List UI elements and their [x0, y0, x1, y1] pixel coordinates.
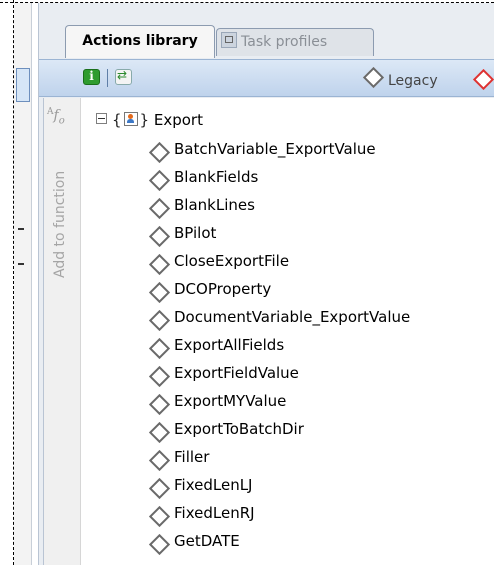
tab-actions-library[interactable]: Actions library	[65, 25, 215, 58]
tree-item-label: BatchVariable_ExportValue	[174, 140, 376, 158]
brace-close: }	[139, 111, 150, 129]
tree-item-label: BPilot	[174, 224, 217, 242]
task-profiles-icon	[221, 32, 237, 48]
tree-item-label: BlankLines	[174, 196, 255, 214]
legacy-legend: Legacy	[362, 66, 438, 89]
tree-root-label: Export	[153, 111, 203, 129]
tree-item-label: CloseExportFile	[174, 252, 290, 270]
actions-library-panel: Actions library Task profiles Legacy Afo…	[38, 3, 494, 565]
action-diamond-icon	[148, 505, 171, 528]
tab-task-profiles-label: Task profiles	[241, 34, 328, 50]
action-diamond-icon	[148, 533, 171, 556]
toolbar: Legacy	[39, 59, 494, 97]
action-diamond-icon	[148, 449, 171, 472]
tree-item-label: FixedLenLJ	[174, 476, 253, 494]
tree-item-label: DocumentVariable_ExportValue	[174, 308, 411, 326]
action-diamond-icon	[148, 169, 171, 192]
refresh-icon[interactable]	[115, 68, 132, 85]
brace-open: {	[112, 111, 122, 129]
legacy-label: Legacy	[388, 73, 438, 89]
tree-item-label: FixedLenRJ	[174, 504, 255, 522]
action-diamond-icon	[148, 281, 171, 304]
collapse-icon[interactable]	[96, 113, 107, 124]
tree-root-export[interactable]: {} Export	[96, 111, 203, 131]
action-diamond-icon	[148, 225, 171, 248]
action-diamond-icon	[148, 421, 171, 444]
action-diamond-icon	[148, 309, 171, 332]
tree-item-label: ExportAllFields	[174, 336, 285, 354]
action-diamond-icon	[148, 393, 171, 416]
add-to-function-bar[interactable]: Afo Add to function	[44, 98, 81, 565]
action-diamond-icon	[148, 477, 171, 500]
dock-handle[interactable]	[16, 68, 30, 102]
add-to-function-label: Add to function	[52, 170, 68, 278]
dock-tick	[18, 263, 24, 265]
tree-item-label: ExportFieldValue	[174, 364, 299, 382]
left-dock-strip	[14, 3, 32, 565]
tree-item-label: DCOProperty	[174, 280, 272, 298]
tree-item-label: ExportToBatchDir	[174, 420, 304, 438]
info-icon[interactable]	[83, 69, 100, 85]
actions-tree-area: Afo Add to function {} Export BatchVaria…	[43, 98, 494, 565]
new-action-diamond-icon	[472, 68, 494, 91]
action-diamond-icon	[148, 141, 171, 164]
action-diamond-icon	[148, 197, 171, 220]
action-diamond-icon	[148, 337, 171, 360]
legacy-diamond-icon	[362, 66, 385, 89]
tree-item-label: BlankFields	[174, 168, 259, 186]
toolbar-separator	[107, 69, 108, 87]
tab-task-profiles[interactable]: Task profiles	[216, 28, 374, 56]
tree-item-label: ExportMYValue	[174, 392, 287, 410]
action-diamond-icon	[148, 253, 171, 276]
tree-item-label: GetDATE	[174, 532, 240, 550]
function-icon: Afo	[47, 107, 65, 127]
tree-item-label: Filler	[174, 448, 210, 466]
action-diamond-icon	[148, 365, 171, 388]
dock-tick	[18, 228, 24, 230]
user-icon	[123, 112, 138, 126]
